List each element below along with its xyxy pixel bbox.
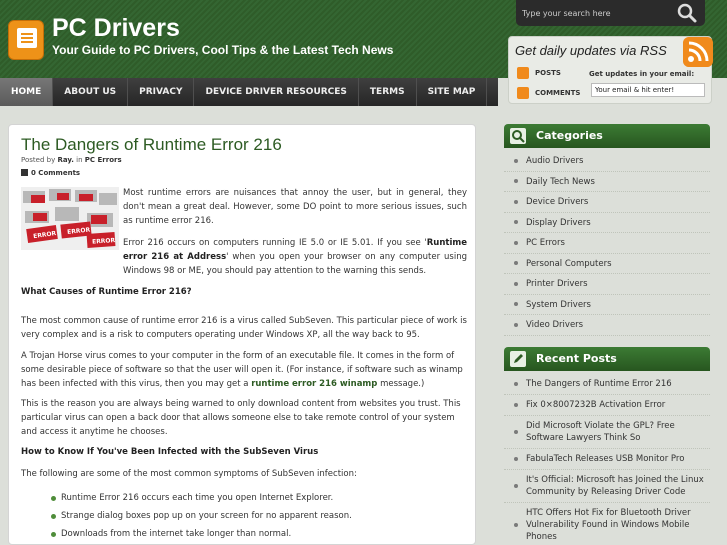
nav-site-map[interactable]: SITE MAP	[417, 78, 488, 106]
site-title[interactable]: PC Drivers	[52, 14, 180, 43]
logo-icon[interactable]	[8, 20, 44, 60]
post-category-link[interactable]: PC Errors	[85, 156, 122, 164]
email-label: Get updates in your email:	[589, 70, 695, 78]
comments-count: 0 Comments	[31, 169, 81, 177]
rss-heading: Get daily updates via RSS	[515, 43, 667, 58]
recent-posts-widget-header: Recent Posts	[504, 347, 710, 371]
post-paragraph: Most runtime errors are nuisances that a…	[123, 188, 467, 226]
category-personal-computers[interactable]: Personal Computers	[504, 254, 710, 274]
recent-posts-list: The Dangers of Runtime Error 216 Fix 0×8…	[504, 374, 710, 545]
rss-feed-icon[interactable]	[683, 37, 713, 67]
category-video-drivers[interactable]: Video Drivers	[504, 315, 710, 336]
category-system-drivers[interactable]: System Drivers	[504, 295, 710, 315]
section-heading: What Causes of Runtime Error 216?	[21, 287, 192, 297]
rss-subscribe-box: Get daily updates via RSS POSTS COMMENTS…	[508, 36, 713, 104]
nav-device-driver-resources[interactable]: DEVICE DRIVER RESOURCES	[194, 78, 359, 106]
comments-link[interactable]: 0 Comments	[21, 169, 80, 177]
notepad-icon	[17, 28, 37, 48]
post-title[interactable]: The Dangers of Runtime Error 216	[21, 135, 282, 155]
main-nav: HOME ABOUT US PRIVACY DEVICE DRIVER RESO…	[0, 78, 498, 106]
post-paragraph: Error 216 occurs on computers running IE…	[21, 236, 467, 278]
recent-posts-title: Recent Posts	[536, 352, 617, 365]
categories-list: Audio Drivers Daily Tech News Device Dri…	[504, 151, 710, 336]
rss-comments-link[interactable]: COMMENTS	[517, 87, 580, 99]
recent-post-link[interactable]: FabulaTech Releases USB Monitor Pro	[504, 449, 710, 470]
category-audio-drivers[interactable]: Audio Drivers	[504, 151, 710, 172]
recent-post-link[interactable]: HTC Offers Hot Fix for Bluetooth Driver …	[504, 503, 710, 545]
rss-posts-label: POSTS	[535, 69, 561, 77]
category-pc-errors[interactable]: PC Errors	[504, 233, 710, 254]
nav-terms[interactable]: TERMS	[359, 78, 417, 106]
recent-post-link[interactable]: It's Official: Microsoft has Joined the …	[504, 470, 710, 503]
categories-title: Categories	[536, 129, 603, 142]
rss-comments-label: COMMENTS	[535, 89, 581, 97]
search-input[interactable]	[522, 5, 672, 21]
rss-posts-link[interactable]: POSTS	[517, 67, 561, 79]
rss-icon	[517, 87, 529, 99]
symptom-list: Runtime Error 216 occurs each time you o…	[51, 491, 352, 544]
pencil-icon	[510, 351, 526, 367]
section-heading: How to Know If You've Been Infected with…	[21, 447, 319, 457]
category-display-drivers[interactable]: Display Drivers	[504, 213, 710, 233]
category-daily-tech-news[interactable]: Daily Tech News	[504, 172, 710, 192]
post-meta: Posted by Ray. in PC Errors	[21, 156, 122, 164]
recent-post-link[interactable]: The Dangers of Runtime Error 216	[504, 374, 710, 395]
categories-widget-header: Categories	[504, 124, 710, 148]
meta-prefix: Posted by	[21, 156, 56, 164]
email-field[interactable]	[591, 83, 705, 97]
post-paragraph: The most common cause of runtime error 2…	[21, 316, 467, 340]
p4-text-b: message.)	[377, 379, 425, 389]
meta-in: in	[76, 156, 83, 164]
post-paragraph: The following are some of the most commo…	[21, 469, 357, 479]
magnifier-icon	[510, 128, 526, 144]
list-item: Strange dialog boxes pop up on your scre…	[51, 509, 352, 527]
nav-about-us[interactable]: ABOUT US	[53, 78, 129, 106]
rss-icon	[517, 67, 529, 79]
list-item: Runtime Error 216 occurs each time you o…	[51, 491, 352, 509]
runtime-error-winamp-link[interactable]: runtime error 216 winamp	[251, 379, 377, 389]
recent-post-link[interactable]: Did Microsoft Violate the GPL? Free Soft…	[504, 416, 710, 449]
post-author[interactable]: Ray.	[57, 156, 73, 164]
main-content: The Dangers of Runtime Error 216 Posted …	[8, 124, 476, 545]
search-icon[interactable]	[676, 2, 698, 24]
list-item: Downloads from the internet take longer …	[51, 527, 352, 544]
category-printer-drivers[interactable]: Printer Drivers	[504, 274, 710, 295]
site-tagline: Your Guide to PC Drivers, Cool Tips & th…	[52, 43, 394, 57]
nav-home[interactable]: HOME	[0, 78, 54, 106]
p2-text-a: Error 216 occurs on computers running IE…	[123, 238, 427, 248]
comment-icon	[21, 169, 28, 176]
nav-privacy[interactable]: PRIVACY	[128, 78, 195, 106]
category-device-drivers[interactable]: Device Drivers	[504, 192, 710, 213]
post-paragraph: A Trojan Horse virus comes to your compu…	[21, 349, 467, 391]
post-paragraph: This is the reason you are always being …	[21, 399, 461, 437]
recent-post-link[interactable]: Fix 0×8007232B Activation Error	[504, 395, 710, 416]
